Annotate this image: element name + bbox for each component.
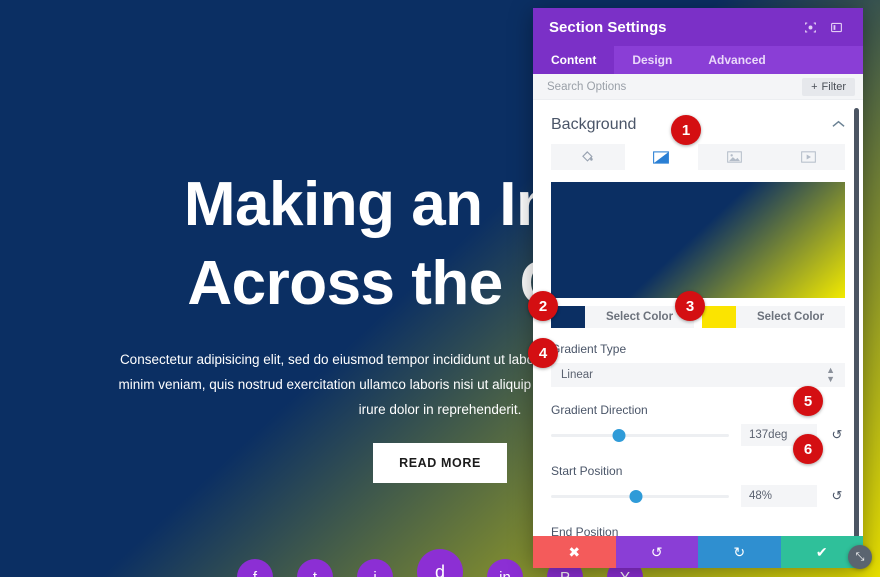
layout-columns-icon[interactable] — [825, 16, 847, 38]
gradient-start-color-button[interactable]: Select Color — [551, 306, 694, 328]
panel-title: Section Settings — [549, 18, 667, 36]
reset-icon[interactable]: ↺ — [829, 427, 845, 443]
panel-scrollbar-thumb[interactable] — [854, 108, 859, 536]
paint-bucket-icon — [581, 150, 595, 164]
focus-target-icon[interactable] — [799, 16, 821, 38]
background-type-color-tab[interactable] — [551, 144, 625, 170]
plus-icon: + — [811, 80, 818, 93]
slider-knob[interactable] — [612, 429, 626, 442]
start-position-label: Start Position — [551, 464, 623, 478]
background-type-image-tab[interactable] — [698, 144, 772, 170]
start-position-value[interactable]: 48% — [741, 485, 817, 507]
tab-design[interactable]: Design — [614, 46, 690, 74]
image-icon — [727, 151, 743, 163]
filter-button[interactable]: + Filter — [802, 77, 855, 96]
section-settings-panel: Section Settings Content Design Advanced — [533, 8, 863, 568]
annotation-badge-3: 3 — [675, 291, 705, 321]
gradient-end-color-label: Select Color — [756, 311, 825, 323]
gradient-type-value: Linear — [561, 369, 593, 381]
social-icon-twitter[interactable]: t — [297, 559, 333, 577]
panel-tab-bar: Content Design Advanced — [533, 46, 863, 74]
gradient-icon — [653, 150, 670, 164]
end-position-label: End Position — [551, 525, 619, 536]
background-type-tabs — [551, 144, 845, 170]
slider-knob[interactable] — [629, 490, 643, 503]
select-caret-icon: ▲ ▼ — [826, 365, 835, 384]
background-type-video-tab[interactable] — [772, 144, 846, 170]
annotation-badge-4: 4 — [528, 338, 558, 368]
social-icon-instagram[interactable]: i — [357, 559, 393, 577]
start-position-row: 48% ↺ — [551, 485, 845, 507]
gradient-type-label: Gradient Type — [551, 342, 627, 356]
annotation-badge-6: 6 — [793, 434, 823, 464]
gradient-end-swatch — [702, 306, 736, 328]
tab-content[interactable]: Content — [533, 46, 615, 74]
reset-icon[interactable]: ↺ — [829, 488, 845, 504]
chevron-up-icon[interactable] — [832, 119, 845, 131]
background-type-gradient-tab[interactable] — [624, 144, 698, 170]
annotation-badge-1: 1 — [671, 115, 701, 145]
annotation-badge-5: 5 — [793, 386, 823, 416]
search-input[interactable] — [547, 80, 803, 93]
redo-button[interactable]: ↻ — [698, 536, 781, 568]
slider-track — [551, 434, 729, 437]
start-position-slider[interactable] — [551, 489, 729, 503]
filter-button-label: Filter — [821, 80, 846, 93]
video-icon — [800, 151, 816, 163]
social-icon-linkedin[interactable]: in — [487, 559, 523, 577]
undo-button[interactable]: ↺ — [615, 536, 698, 568]
gradient-direction-slider[interactable] — [551, 428, 729, 442]
panel-footer: ✖ ↺ ↻ ✔ — [533, 536, 863, 568]
social-icon-facebook[interactable]: f — [237, 559, 273, 577]
social-icon-dribbble[interactable]: d — [417, 549, 463, 577]
annotation-badge-2: 2 — [528, 291, 558, 321]
background-section-title: Background — [551, 116, 637, 133]
screenshot-root: Making an Impact Across the Globe Consec… — [0, 0, 880, 577]
gradient-end-color-button[interactable]: Select Color — [702, 306, 845, 328]
cancel-button[interactable]: ✖ — [533, 536, 616, 568]
panel-header: Section Settings — [533, 8, 863, 46]
gradient-type-select[interactable]: Linear ▲ ▼ — [551, 363, 845, 387]
search-bar: + Filter — [533, 74, 863, 100]
resize-handle-icon[interactable]: ⤡ — [848, 545, 872, 569]
read-more-button[interactable]: READ MORE — [373, 443, 507, 484]
tab-advanced[interactable]: Advanced — [690, 46, 783, 74]
gradient-preview — [551, 182, 845, 298]
panel-scrollbar-track[interactable] — [854, 104, 861, 536]
